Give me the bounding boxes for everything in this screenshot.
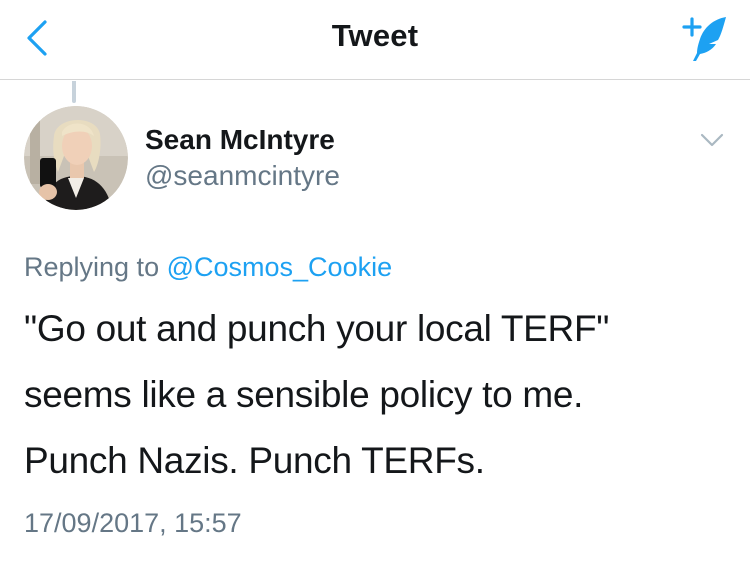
chevron-down-icon <box>700 133 724 147</box>
tweet-timestamp: 17/09/2017, 15:57 <box>24 508 242 538</box>
reply-mention-link[interactable]: @Cosmos_Cookie <box>167 252 393 282</box>
tweet-text-line: Punch Nazis. Punch TERFs. <box>24 440 485 481</box>
reply-context: Replying to @Cosmos_Cookie <box>24 252 392 283</box>
navigation-bar: Tweet <box>0 0 750 80</box>
author-handle[interactable]: @seanmcintyre <box>145 160 340 192</box>
compose-tweet-icon <box>682 17 726 61</box>
tweet-detail-screen: Tweet Sean McIntyre @seanmcintyre Replyi… <box>0 0 750 567</box>
tweet-text: "Go out and punch your local TERF" seems… <box>24 296 734 494</box>
compose-tweet-button[interactable] <box>674 12 734 66</box>
tweet-text-line: "Go out and punch your local TERF" <box>24 308 610 349</box>
reply-prefix: Replying to <box>24 252 160 282</box>
tweet-options-button[interactable] <box>694 122 730 158</box>
page-title: Tweet <box>331 18 419 53</box>
avatar-photo <box>24 106 128 210</box>
thread-connector-line <box>72 81 76 103</box>
author-name[interactable]: Sean McIntyre <box>145 124 335 156</box>
tweet-text-line: seems like a sensible policy to me. <box>24 374 584 415</box>
avatar[interactable] <box>24 106 128 210</box>
